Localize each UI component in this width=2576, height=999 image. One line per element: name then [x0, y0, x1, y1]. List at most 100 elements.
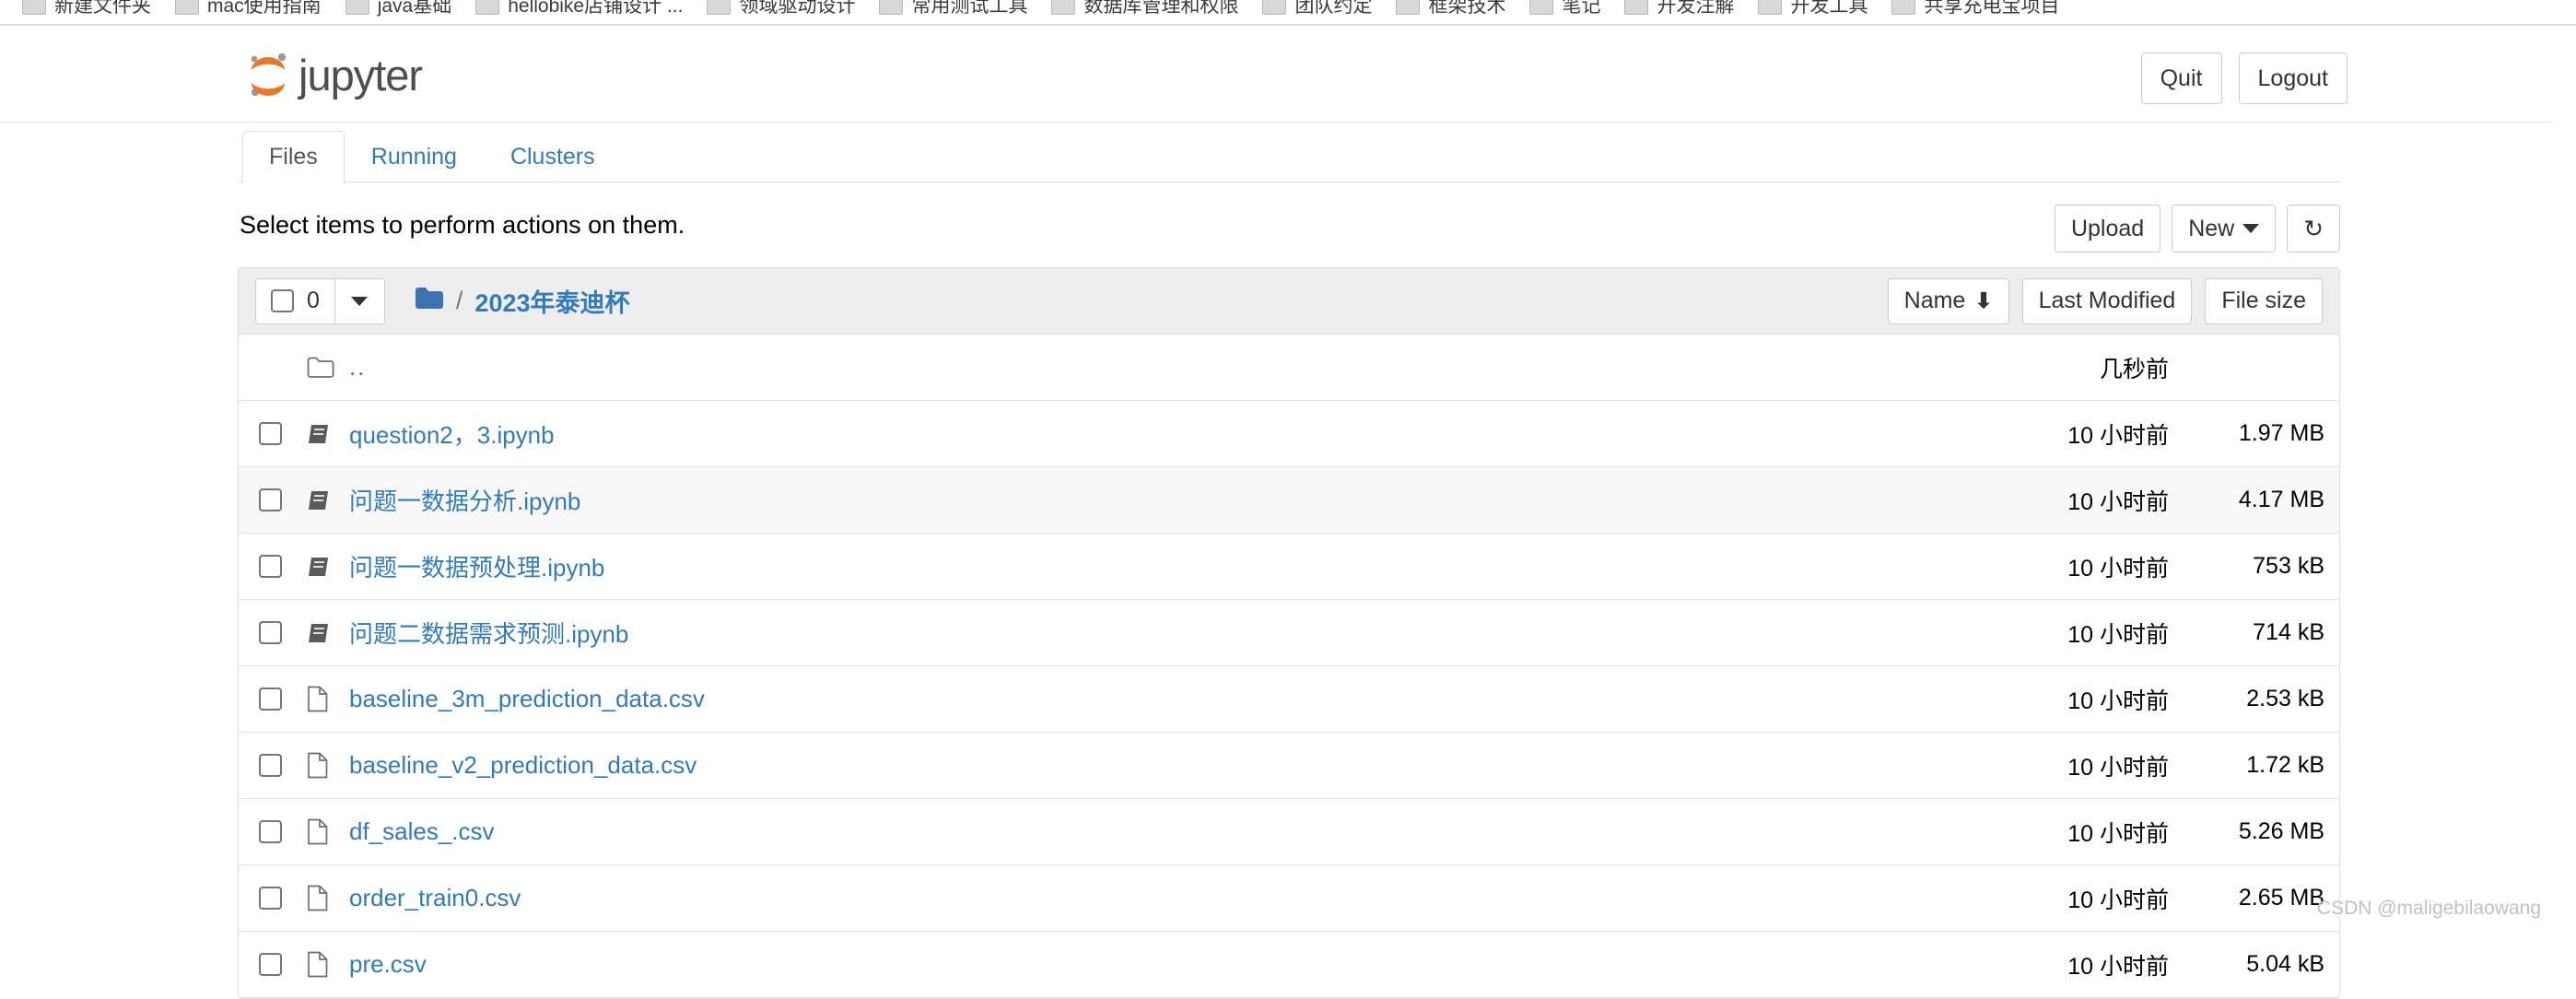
sort-by-name-button[interactable]: Name ⬇ — [1888, 278, 2009, 324]
refresh-button[interactable]: ↻ — [2287, 205, 2340, 253]
row-checkbox-cell[interactable] — [255, 953, 298, 976]
checkbox-icon[interactable] — [259, 555, 282, 578]
parent-directory-row[interactable]: ..几秒前 — [239, 335, 2339, 401]
folder-open-icon — [298, 356, 349, 380]
bookmark-label: 新建文件夹 — [54, 0, 151, 18]
file-size-cell: 5.26 MB — [2239, 818, 2324, 845]
checkbox-icon[interactable] — [259, 688, 282, 711]
bookmark-item[interactable]: 常用测试工具 — [870, 0, 1042, 22]
bookmark-label: java基础 — [378, 0, 452, 18]
table-row[interactable]: question2，3.ipynb10 小时前1.97 MB — [239, 401, 2339, 467]
logout-button[interactable]: Logout — [2239, 53, 2348, 104]
bookmark-item[interactable]: hellobike店铺设计 ... — [466, 0, 697, 22]
file-name-link[interactable]: baseline_v2_prediction_data.csv — [349, 751, 697, 780]
last-modified-cell: 10 小时前 — [2067, 882, 2169, 915]
file-name-link[interactable]: question2，3.ipynb — [349, 417, 555, 451]
checkbox-icon[interactable] — [259, 887, 282, 910]
bookmark-folder-icon — [22, 0, 46, 15]
bookmark-item[interactable]: 领域驱动设计 — [697, 0, 870, 22]
file-name-link[interactable]: .. — [349, 353, 366, 382]
bookmark-item[interactable]: 团队约定 — [1253, 0, 1387, 22]
table-row[interactable]: df_sales_.csv10 小时前5.26 MB — [239, 799, 2339, 865]
file-name-link[interactable]: df_sales_.csv — [349, 817, 495, 846]
table-row[interactable]: 问题一数据预处理.ipynb10 小时前753 kB — [239, 534, 2339, 600]
sort-by-file-size-button[interactable]: File size — [2205, 278, 2323, 324]
jupyter-logo-text: jupyter — [299, 53, 422, 97]
breadcrumb-path-link[interactable]: 2023年泰迪杯 — [474, 283, 629, 319]
bookmark-label: 常用测试工具 — [911, 0, 1027, 18]
bookmark-label: 团队约定 — [1294, 0, 1372, 18]
file-size-cell: 714 kB — [2253, 619, 2324, 646]
sort-by-last-modified-button[interactable]: Last Modified — [2022, 278, 2193, 324]
new-dropdown-button[interactable]: New — [2172, 205, 2276, 253]
action-toolbar: Select items to perform actions on them.… — [238, 182, 2340, 267]
row-checkbox-cell[interactable] — [255, 621, 298, 644]
row-checkbox-cell[interactable] — [255, 422, 298, 445]
file-size-cell: 2.53 kB — [2246, 686, 2324, 712]
file-name-link[interactable]: 问题二数据需求预测.ipynb — [349, 616, 628, 650]
last-modified-cell: 10 小时前 — [2067, 550, 2169, 583]
upload-button[interactable]: Upload — [2055, 205, 2160, 253]
bookmark-label: mac使用指南 — [207, 0, 322, 18]
checkbox-icon[interactable] — [259, 820, 282, 843]
table-row[interactable]: baseline_3m_prediction_data.csv 10 小时前 2.5… — [239, 666, 2339, 733]
file-name-link[interactable]: order_train0.csv — [349, 884, 521, 912]
tab-clusters[interactable]: Clusters — [484, 131, 622, 183]
bookmark-folder-icon — [175, 0, 199, 15]
checkbox-icon[interactable] — [259, 621, 282, 644]
toolbar-button-group: Upload New ↻ — [2055, 205, 2340, 253]
quit-button[interactable]: Quit — [2141, 53, 2222, 104]
bookmark-folder-icon — [1758, 0, 1782, 15]
select-all-dropdown[interactable] — [335, 278, 385, 324]
folder-icon[interactable] — [415, 287, 444, 315]
checkbox-icon[interactable] — [259, 754, 282, 777]
bookmark-item[interactable]: 笔记 — [1520, 0, 1615, 22]
last-modified-cell: 10 小时前 — [2067, 683, 2169, 716]
bookmark-label: 开发工具 — [1790, 0, 1868, 18]
select-all-checkbox[interactable]: 0 — [255, 278, 335, 324]
jupyter-logo[interactable]: jupyter — [247, 51, 422, 99]
file-name-link[interactable]: 问题一数据预处理.ipynb — [349, 549, 604, 583]
bookmark-item[interactable]: 开发注解 — [1615, 0, 1749, 22]
bookmark-item[interactable]: 新建文件夹 — [13, 0, 166, 22]
table-row[interactable]: pre.csv 10 小时前 5.04 kB — [239, 932, 2339, 998]
file-name-link[interactable]: pre.csv — [349, 950, 427, 979]
last-modified-cell: 10 小时前 — [2067, 948, 2169, 981]
select-all-group: 0 — [255, 278, 385, 324]
upload-button-label: Upload — [2071, 216, 2144, 242]
table-row[interactable]: 问题一数据分析.ipynb10 小时前4.17 MB — [239, 467, 2339, 534]
checkbox-icon[interactable] — [259, 422, 282, 445]
row-checkbox-cell[interactable] — [255, 555, 298, 578]
file-icon — [298, 885, 349, 911]
bookmark-label: 领域驱动设计 — [739, 0, 855, 18]
row-checkbox-cell[interactable] — [255, 754, 298, 777]
bookmark-item[interactable]: 数据库管理和权限 — [1042, 0, 1253, 22]
bookmark-item[interactable]: 共享充电宝项目 — [1882, 0, 2074, 22]
table-row[interactable]: baseline_v2_prediction_data.csv10 小时前1.7… — [239, 733, 2339, 799]
page-scrollbar[interactable] — [2554, 27, 2576, 934]
file-name-link[interactable]: 问题一数据分析.ipynb — [349, 483, 580, 517]
bookmark-label: 开发注解 — [1657, 0, 1734, 18]
bookmark-item[interactable]: java基础 — [336, 0, 467, 22]
table-row[interactable]: 问题二数据需求预测.ipynb 10 小时前 714 kB — [239, 600, 2339, 666]
tab-running[interactable]: Running — [345, 131, 484, 183]
breadcrumb-separator: / — [456, 287, 463, 315]
file-name-link[interactable]: baseline_3m_prediction_data.csv — [349, 685, 705, 713]
row-checkbox-cell[interactable] — [255, 688, 298, 711]
checkbox-icon[interactable] — [259, 488, 282, 511]
row-checkbox-cell[interactable] — [255, 887, 298, 910]
table-row[interactable]: order_train0.csv10 小时前2.65 MB — [239, 865, 2339, 932]
bookmark-label: hellobike店铺设计 ... — [508, 0, 683, 18]
checkbox-icon[interactable] — [259, 953, 282, 976]
bookmark-item[interactable]: 开发工具 — [1749, 0, 1882, 22]
bookmark-item[interactable]: 框架技术 — [1387, 0, 1520, 22]
file-size-cell: 4.17 MB — [2239, 487, 2324, 513]
row-checkbox-cell[interactable] — [255, 488, 298, 511]
file-size-cell: 5.04 kB — [2246, 951, 2324, 978]
last-modified-cell: 10 小时前 — [2067, 617, 2169, 650]
row-checkbox-cell[interactable] — [255, 820, 298, 843]
tab-files[interactable]: Files — [242, 131, 345, 183]
bookmark-folder-icon — [1396, 0, 1420, 15]
selected-count: 0 — [307, 288, 320, 314]
bookmark-item[interactable]: mac使用指南 — [166, 0, 336, 22]
